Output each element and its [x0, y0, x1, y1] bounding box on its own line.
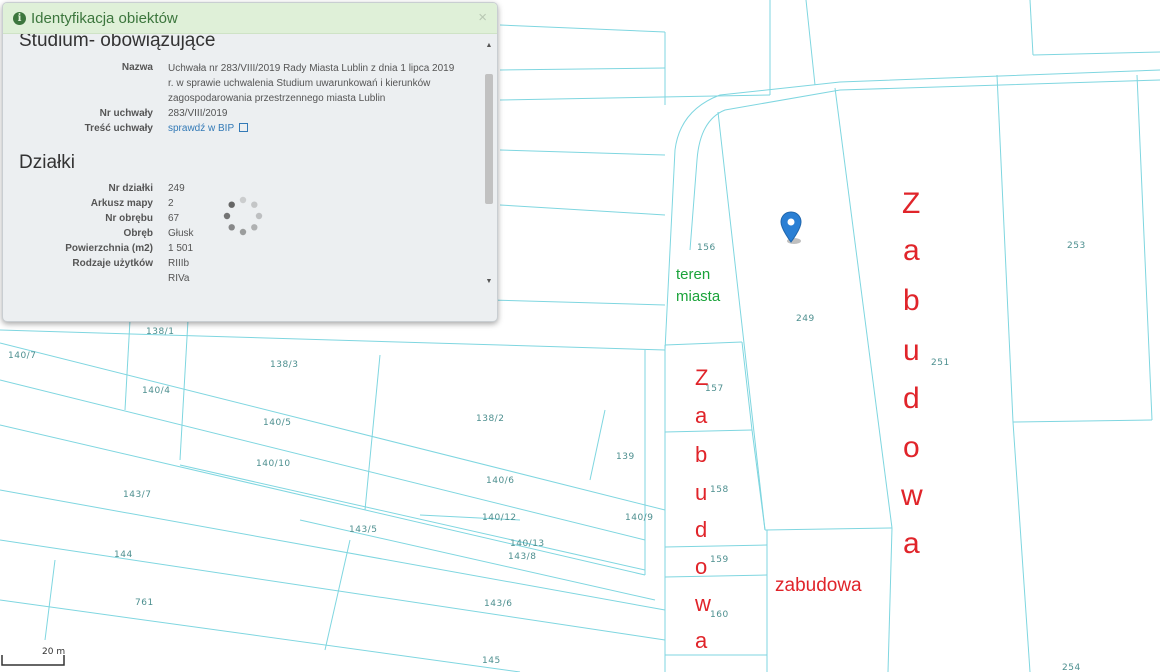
parcel-label: 251	[931, 358, 950, 368]
detail-value: RIVa	[168, 273, 190, 284]
location-marker-icon[interactable]	[780, 211, 802, 245]
annotation-letter: w	[694, 591, 711, 616]
detail-value: 249	[168, 183, 185, 194]
annotation-letter: w	[900, 479, 923, 512]
annotation-letter: d	[903, 382, 920, 415]
parcel-label: 158	[710, 485, 729, 495]
panel-scrollbar[interactable]: ▲ ▼	[483, 34, 495, 321]
parcel-label: 145	[482, 656, 501, 666]
parcel-label: 254	[1062, 663, 1081, 672]
parcel-label: 143/8	[508, 552, 536, 562]
detail-label: Nr obrębu	[105, 213, 153, 224]
annotation-letter: o	[695, 554, 707, 579]
annotation-letter: b	[903, 284, 920, 317]
detail-label: Nazwa	[121, 62, 153, 73]
annotation-text: teren	[676, 266, 710, 283]
annotation-text: zabudowa	[775, 575, 862, 596]
detail-value: 67	[168, 213, 180, 224]
parcel-label: 140/13	[510, 539, 545, 549]
parcel-label: 160	[710, 610, 729, 620]
detail-value: Uchwała nr 283/VIII/2019 Rady Miasta Lub…	[168, 63, 455, 104]
parcel-label: 143/6	[484, 599, 512, 609]
panel-title: Identyfikacja obiektów	[31, 9, 178, 27]
parcel-label: 253	[1067, 241, 1086, 251]
scrollbar-thumb[interactable]	[485, 74, 493, 204]
bip-link[interactable]: sprawdź w BIP	[168, 123, 234, 134]
parcel-label: 140/12	[482, 513, 517, 523]
parcel-label: 138/1	[146, 327, 174, 337]
parcel-label: 761	[135, 598, 154, 608]
annotation-green: teren miasta	[676, 266, 721, 305]
parcel-label: 159	[710, 555, 729, 565]
panel-content[interactable]: Studium- obowiązujące Nazwa Uchwała nr 2…	[3, 34, 483, 321]
parcel-label: 140/9	[625, 513, 653, 523]
annotation-letter: d	[695, 517, 707, 542]
parcel-label: 249	[796, 314, 815, 324]
annotation-letter: o	[903, 431, 920, 464]
detail-label: Nr uchwały	[99, 108, 153, 119]
identification-panel: i Identyfikacja obiektów × Studium- obow…	[2, 2, 498, 322]
annotation-letter: Z	[695, 365, 708, 390]
parcel-label: 156	[697, 243, 716, 253]
detail-label: Treść uchwały	[84, 123, 153, 134]
parcel-label: 140/10	[256, 459, 291, 469]
parcel-label: 138/3	[270, 360, 298, 370]
loading-spinner-icon	[223, 196, 263, 236]
annotation-letter: a	[903, 527, 920, 560]
scroll-up-icon[interactable]: ▲	[485, 42, 493, 49]
parcel-label: 139	[616, 452, 635, 462]
section-title-study: Studium- obowiązujące	[19, 34, 216, 51]
detail-label: Obręb	[123, 228, 153, 239]
external-link-icon	[238, 123, 248, 132]
parcel-label: 143/7	[123, 490, 151, 500]
scroll-down-icon[interactable]: ▼	[485, 278, 493, 285]
section-title-parcels: Działki	[19, 152, 75, 173]
annotation-letter: a	[695, 628, 708, 653]
parcel-label: 144	[114, 550, 133, 560]
annotation-letter: a	[903, 234, 920, 267]
detail-label: Arkusz mapy	[90, 198, 153, 209]
scale-label: 20 m	[42, 647, 66, 657]
detail-value: Głusk	[168, 228, 194, 239]
detail-label: Rodzaje użytków	[72, 258, 153, 269]
annotation-letter: b	[695, 442, 707, 467]
annotation-letter: u	[695, 480, 707, 505]
annotation-red-left: Z a b u d o w a	[694, 365, 711, 653]
detail-value: sprawdź w BIP	[168, 122, 458, 136]
detail-value: 1 501	[168, 243, 194, 254]
detail-label: Nr działki	[108, 183, 153, 194]
parcel-label: 140/4	[142, 386, 170, 396]
parcel-label: 140/6	[486, 476, 514, 486]
annotation-letter: a	[695, 403, 708, 428]
annotation-text: miasta	[676, 288, 721, 305]
detail-value: 283/VIII/2019	[168, 108, 228, 119]
parcel-label: 138/2	[476, 414, 504, 424]
parcel-label: 140/7	[8, 351, 36, 361]
panel-header: i Identyfikacja obiektów	[3, 3, 497, 34]
annotation-letter: u	[903, 334, 920, 367]
info-icon: i	[13, 11, 26, 25]
annotation-letter: Z	[902, 187, 920, 220]
annotation-red-right: Z a b u d o w a	[900, 187, 923, 560]
close-button[interactable]: ×	[478, 9, 487, 26]
detail-value: RIIIb	[168, 258, 190, 269]
detail-value: 2	[168, 198, 174, 209]
parcel-label: 140/5	[263, 418, 291, 428]
parcel-label: 143/5	[349, 525, 377, 535]
detail-label: Powierzchnia (m2)	[65, 243, 153, 254]
